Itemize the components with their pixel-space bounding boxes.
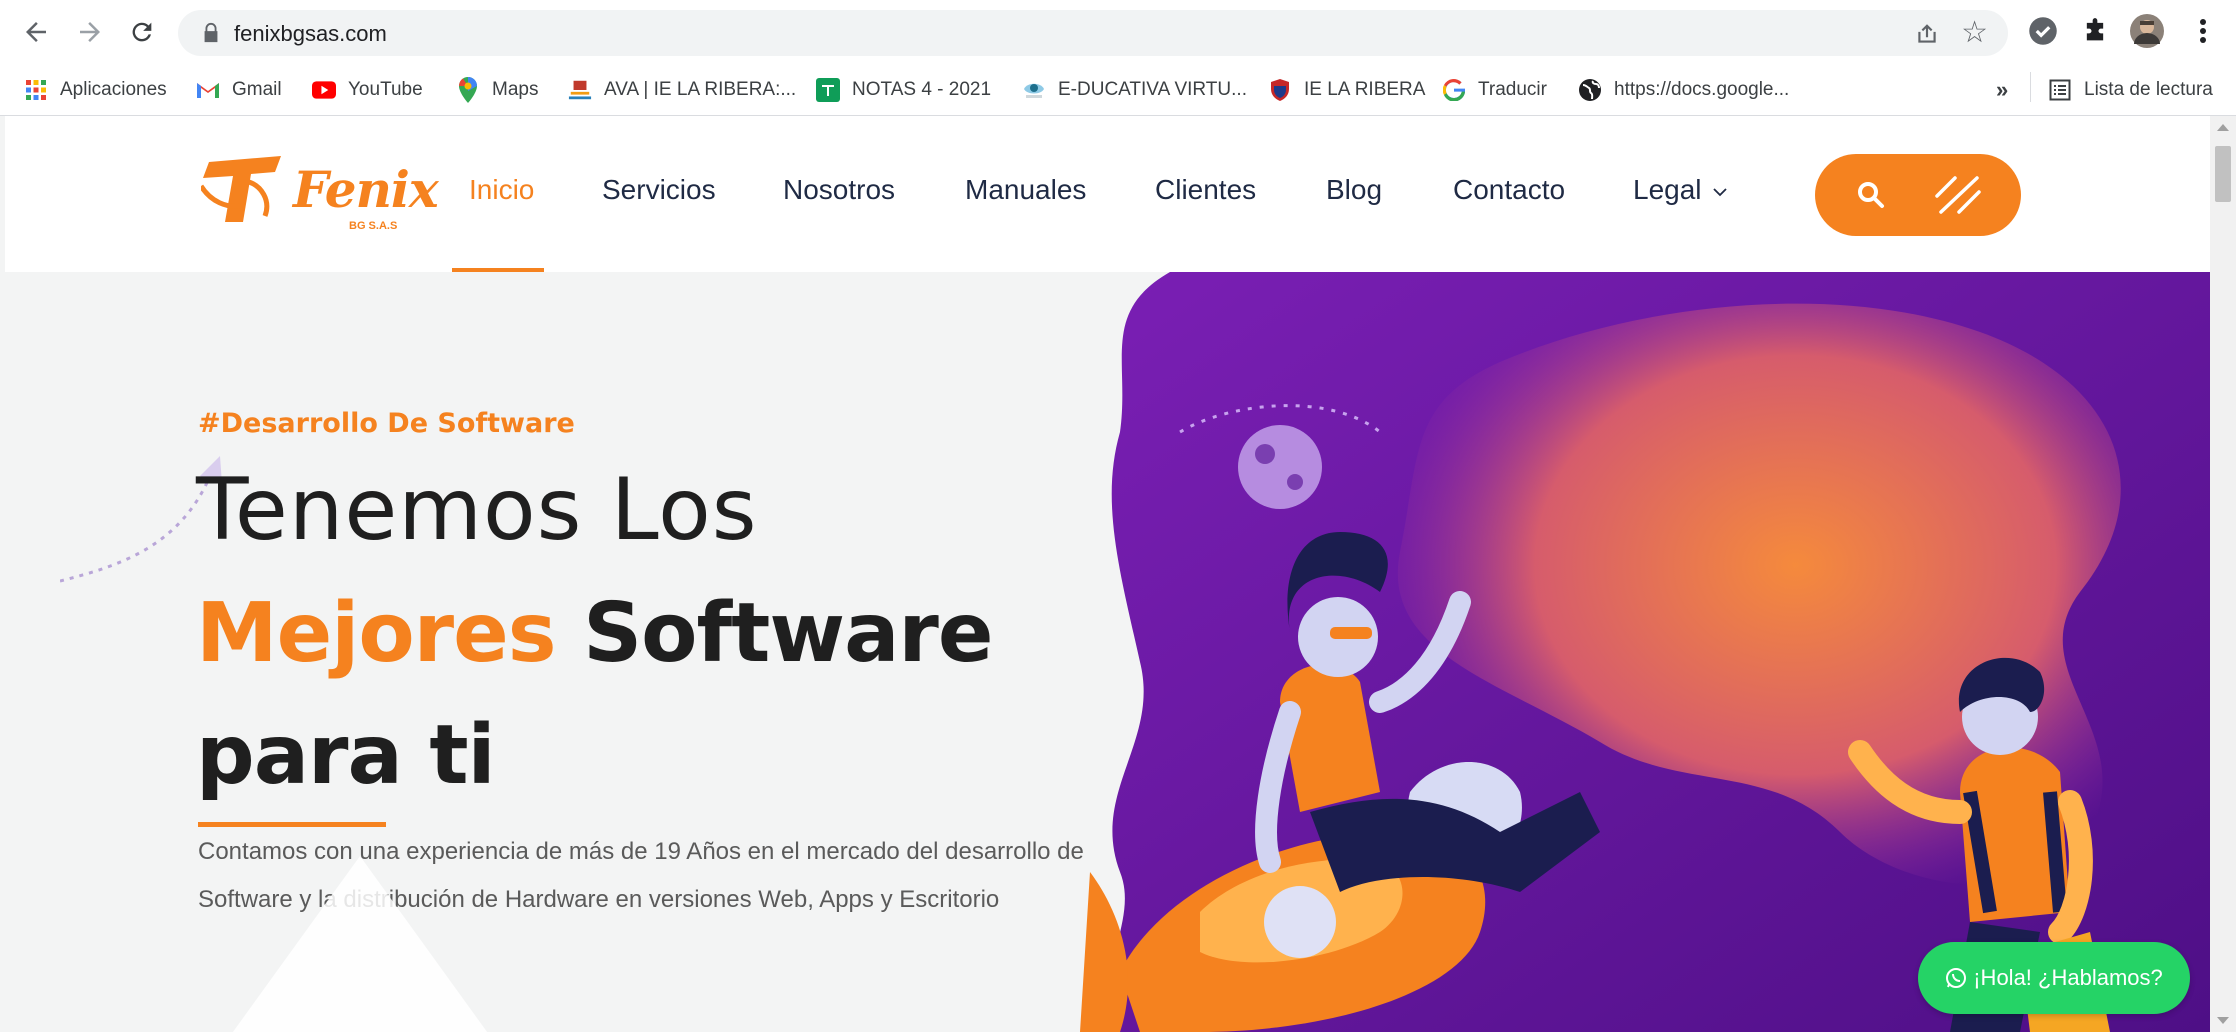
hero-title-underline	[198, 822, 386, 827]
chevron-down-icon	[1713, 187, 1727, 196]
browser-menu-icon[interactable]	[2186, 14, 2220, 48]
extension-check-icon[interactable]	[2026, 14, 2060, 48]
back-arrow-icon[interactable]	[16, 12, 56, 52]
profile-avatar-icon[interactable]	[2130, 14, 2164, 48]
reading-list-button[interactable]: Lista de lectura	[2048, 74, 2213, 106]
site-logo[interactable]: Fenix BG S.A.S	[201, 152, 439, 238]
gmail-icon	[196, 78, 220, 102]
hero-title-accent: Mejores	[196, 586, 557, 681]
chat-button-label: ¡Hola! ¿Hablamos?	[1973, 965, 2163, 990]
globe-icon	[1578, 78, 1602, 102]
bookmark-star-icon[interactable]: ☆	[1961, 15, 1988, 50]
nav-manuales[interactable]: Manuales	[965, 174, 1086, 206]
hero-title-line1: Tenemos Los	[196, 460, 758, 560]
bookmark-label: https://docs.google...	[1614, 79, 1790, 100]
apps-grid-icon	[24, 78, 48, 102]
bookmark-label: AVA | IE LA RIBERA:...	[604, 79, 797, 100]
url-text[interactable]: fenixbgsas.com	[234, 21, 387, 47]
bookmark-docs-google[interactable]: https://docs.google...	[1578, 74, 1789, 106]
fenix-logo-mark-icon	[201, 156, 281, 222]
bookmark-label: Gmail	[232, 79, 282, 100]
menu-toggle-icon[interactable]	[1933, 174, 1983, 216]
web-page: Fenix BG S.A.S Inicio Servicios Nosotros…	[0, 116, 2210, 1032]
decorative-triangle	[232, 856, 488, 1032]
sheets-icon	[816, 78, 840, 102]
shield-icon	[1268, 78, 1292, 102]
bookmark-label: YouTube	[348, 79, 423, 100]
search-icon[interactable]	[1855, 179, 1887, 211]
whatsapp-chat-button[interactable]: ¡Hola! ¿Hablamos?	[1918, 942, 2190, 1014]
bookmark-gmail[interactable]: Gmail	[196, 74, 282, 106]
educativa-icon	[1022, 78, 1046, 102]
nav-blog[interactable]: Blog	[1326, 174, 1382, 206]
youtube-icon	[312, 78, 336, 102]
bookmark-youtube[interactable]: YouTube	[312, 74, 423, 106]
hero-title-line3: para ti	[196, 708, 496, 803]
scroll-up-arrow-icon[interactable]	[2217, 124, 2229, 131]
bookmarks-bar: Aplicaciones Gmail YouTube Maps AVA | IE…	[0, 64, 2236, 116]
hero-illustration	[1080, 272, 2210, 1032]
bookmark-traducir[interactable]: Traducir	[1442, 74, 1547, 106]
reading-list-icon	[2048, 78, 2072, 102]
whatsapp-icon	[1946, 968, 1967, 988]
bookmark-label: NOTAS 4 - 2021	[852, 79, 992, 100]
nav-nosotros[interactable]: Nosotros	[783, 174, 895, 206]
nav-servicios[interactable]: Servicios	[602, 174, 716, 206]
bookmark-label: Traducir	[1478, 79, 1547, 100]
address-bar[interactable]: fenixbgsas.com ☆	[178, 10, 2008, 56]
maps-pin-icon	[456, 77, 480, 103]
share-icon[interactable]	[1914, 21, 1940, 47]
reload-icon[interactable]	[122, 12, 162, 52]
nav-inicio[interactable]: Inicio	[469, 174, 534, 206]
bookmark-label: E-DUCATIVA VIRTU...	[1058, 79, 1247, 100]
bookmark-label: Aplicaciones	[60, 79, 167, 100]
extensions-puzzle-icon[interactable]	[2078, 14, 2112, 48]
bookmark-aplicaciones[interactable]: Aplicaciones	[24, 74, 167, 106]
logo-brand-text: Fenix	[293, 160, 439, 219]
nav-legal[interactable]: Legal	[1633, 174, 1727, 206]
nav-legal-label: Legal	[1633, 174, 1702, 205]
logo-sub-text: BG S.A.S	[349, 220, 398, 232]
bookmark-maps[interactable]: Maps	[456, 74, 538, 106]
bookmark-educativa[interactable]: E-DUCATIVA VIRTU...	[1022, 74, 1247, 106]
header-action-pill	[1815, 154, 2021, 236]
hero-title-rest: Software	[555, 586, 993, 681]
bookmark-notas[interactable]: NOTAS 4 - 2021	[816, 74, 991, 106]
browser-toolbar: fenixbgsas.com ☆	[0, 0, 2236, 64]
hero-title-line2: Mejores Software	[196, 586, 993, 681]
google-icon	[1442, 78, 1466, 102]
nav-contacto[interactable]: Contacto	[1453, 174, 1565, 206]
scroll-down-arrow-icon[interactable]	[2217, 1017, 2229, 1024]
hero-tag: #Desarrollo De Software	[198, 408, 575, 439]
bookmark-ie-la-ribera[interactable]: IE LA RIBERA	[1268, 74, 1425, 106]
site-header: Fenix BG S.A.S Inicio Servicios Nosotros…	[5, 116, 2210, 272]
nav-clientes[interactable]: Clientes	[1155, 174, 1256, 206]
scrollbar-thumb[interactable]	[2215, 146, 2231, 202]
bookmark-label: IE LA RIBERA	[1304, 79, 1426, 100]
active-nav-underline	[452, 268, 544, 272]
forward-arrow-icon[interactable]	[70, 12, 110, 52]
bookmarks-divider	[2030, 72, 2031, 102]
bookmark-label: Maps	[492, 79, 539, 100]
ava-icon	[568, 78, 592, 102]
page-scrollbar[interactable]	[2210, 116, 2236, 1032]
lock-icon	[204, 22, 218, 43]
more-bookmarks-button[interactable]: »	[1996, 74, 2008, 106]
bookmark-ava[interactable]: AVA | IE LA RIBERA:...	[568, 74, 796, 106]
reading-list-label: Lista de lectura	[2084, 79, 2213, 100]
